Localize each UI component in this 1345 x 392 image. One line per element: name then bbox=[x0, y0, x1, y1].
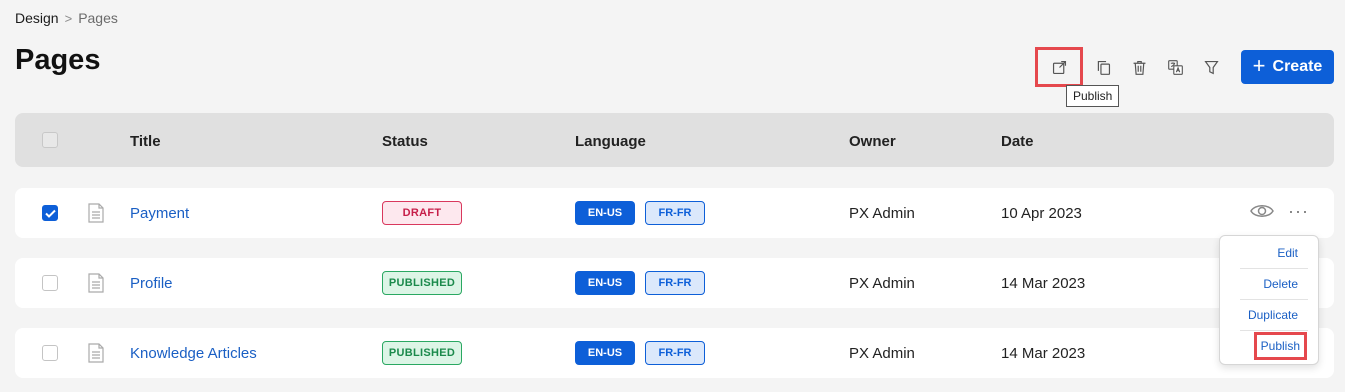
column-header-language[interactable]: Language bbox=[575, 133, 646, 150]
row-actions: ··· bbox=[1250, 202, 1309, 225]
table-row[interactable]: Knowledge Articles PUBLISHED EN-US FR-FR… bbox=[15, 328, 1334, 378]
publish-button[interactable] bbox=[1035, 47, 1083, 87]
publish-tooltip: Publish bbox=[1066, 85, 1120, 107]
document-icon bbox=[88, 343, 104, 363]
plus-icon: + bbox=[1252, 53, 1266, 78]
menu-item-edit[interactable]: Edit bbox=[1277, 246, 1298, 260]
copy-icon bbox=[1097, 60, 1110, 75]
filter-button[interactable] bbox=[1196, 51, 1226, 83]
trash-icon bbox=[1133, 60, 1145, 75]
column-header-title[interactable]: Title bbox=[130, 133, 161, 150]
row-checkbox[interactable] bbox=[42, 275, 58, 291]
filter-icon bbox=[1203, 60, 1219, 74]
breadcrumb-current: Pages bbox=[78, 10, 118, 26]
date: 14 Mar 2023 bbox=[1001, 345, 1086, 362]
menu-item-publish[interactable]: Publish bbox=[1253, 332, 1308, 360]
eye-icon bbox=[1250, 205, 1274, 217]
menu-divider bbox=[1240, 330, 1308, 331]
row-context-menu: Edit Delete Duplicate Publish bbox=[1219, 235, 1319, 365]
table-row[interactable]: Profile PUBLISHED EN-US FR-FR PX Admin 1… bbox=[15, 258, 1334, 308]
status-badge: PUBLISHED bbox=[382, 271, 462, 295]
status-badge: PUBLISHED bbox=[382, 341, 462, 365]
toolbar bbox=[1035, 47, 1232, 87]
table-header: Title Status Language Owner Date bbox=[15, 113, 1334, 167]
create-label: Create bbox=[1272, 58, 1323, 75]
owner: PX Admin bbox=[849, 275, 915, 292]
preview-button[interactable] bbox=[1250, 202, 1274, 225]
select-all-checkbox[interactable] bbox=[42, 132, 58, 148]
language-badge-primary[interactable]: EN-US bbox=[575, 341, 635, 365]
page-title: Pages bbox=[15, 44, 101, 76]
check-icon bbox=[44, 209, 56, 218]
date: 10 Apr 2023 bbox=[1001, 205, 1082, 222]
owner: PX Admin bbox=[849, 345, 915, 362]
page-title-link[interactable]: Payment bbox=[130, 205, 189, 222]
document-icon bbox=[88, 273, 104, 293]
translate-icon bbox=[1167, 59, 1183, 75]
status-badge: DRAFT bbox=[382, 201, 462, 225]
table-row[interactable]: Payment DRAFT EN-US FR-FR PX Admin 10 Ap… bbox=[15, 188, 1334, 238]
row-checkbox[interactable] bbox=[42, 345, 58, 361]
language-badge-secondary[interactable]: FR-FR bbox=[645, 341, 705, 365]
date: 14 Mar 2023 bbox=[1001, 275, 1086, 292]
duplicate-button[interactable] bbox=[1088, 51, 1118, 83]
more-options-button[interactable]: ··· bbox=[1288, 202, 1309, 220]
create-button[interactable]: + Create bbox=[1241, 50, 1334, 84]
document-icon bbox=[88, 203, 104, 223]
delete-button[interactable] bbox=[1124, 51, 1154, 83]
page-title-link[interactable]: Knowledge Articles bbox=[130, 345, 257, 362]
translate-button[interactable] bbox=[1160, 51, 1190, 83]
menu-divider bbox=[1240, 268, 1308, 269]
menu-divider bbox=[1240, 299, 1308, 300]
language-badge-secondary[interactable]: FR-FR bbox=[645, 271, 705, 295]
menu-item-duplicate[interactable]: Duplicate bbox=[1248, 308, 1298, 322]
row-checkbox[interactable] bbox=[42, 205, 58, 221]
column-header-status[interactable]: Status bbox=[382, 133, 428, 150]
menu-item-delete[interactable]: Delete bbox=[1263, 277, 1298, 291]
language-badge-secondary[interactable]: FR-FR bbox=[645, 201, 705, 225]
breadcrumb-separator: > bbox=[64, 10, 73, 26]
column-header-owner[interactable]: Owner bbox=[849, 133, 896, 150]
breadcrumb: Design > Pages bbox=[15, 10, 118, 26]
page-title-link[interactable]: Profile bbox=[130, 275, 173, 292]
external-link-icon bbox=[1052, 60, 1066, 74]
column-header-date[interactable]: Date bbox=[1001, 133, 1034, 150]
breadcrumb-design-link[interactable]: Design bbox=[15, 10, 59, 26]
language-badge-primary[interactable]: EN-US bbox=[575, 271, 635, 295]
language-badge-primary[interactable]: EN-US bbox=[575, 201, 635, 225]
owner: PX Admin bbox=[849, 205, 915, 222]
